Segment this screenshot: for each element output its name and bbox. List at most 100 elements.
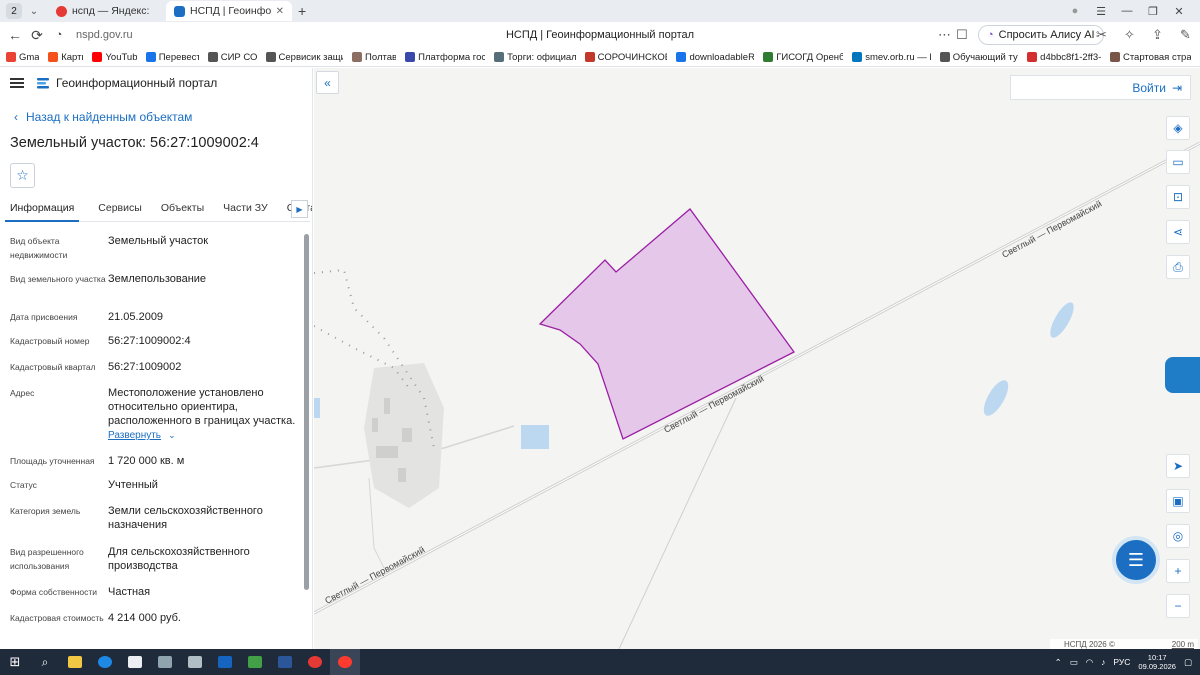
taskbar-store[interactable]	[180, 649, 210, 675]
start-button[interactable]: ⊞	[0, 649, 30, 675]
tab-title: нспд — Яндекс: нашлось	[72, 5, 152, 17]
bookmark-item[interactable]: СИР СОУ	[207, 52, 257, 63]
bookmark-icon	[207, 52, 218, 62]
login-button[interactable]: Войти ⇥	[1010, 75, 1191, 100]
reload-icon[interactable]: ⟳	[26, 27, 48, 44]
taskbar-edge[interactable]	[90, 649, 120, 675]
taskbar-app[interactable]	[150, 649, 180, 675]
bookmark-icon[interactable]: ☐	[956, 25, 968, 45]
search-button[interactable]: ⌕	[30, 649, 60, 675]
menu-icon[interactable]: ☰	[1088, 5, 1114, 18]
chat-button[interactable]: ☰	[1112, 536, 1160, 584]
notifications-icon[interactable]: ▢	[1184, 657, 1192, 668]
select-area-button[interactable]: ⊡	[1166, 185, 1190, 209]
close-window-icon[interactable]: ✕	[1166, 5, 1192, 18]
zoom-in-button[interactable]: +	[1166, 559, 1190, 583]
bookmark-item[interactable]: Полтава	[352, 52, 396, 63]
bookmark-icon	[352, 52, 363, 62]
tab-nspd[interactable]: НСПД | Геоинформаци ✕	[166, 1, 292, 21]
close-tab-icon[interactable]: ✕	[276, 6, 284, 17]
bookmark-item[interactable]: Платформа госуд	[405, 52, 485, 63]
tab-info[interactable]: Информация	[5, 198, 80, 222]
bookmark-item[interactable]: downloadableRes	[676, 52, 754, 63]
scrollbar-thumb[interactable]	[304, 234, 309, 590]
browser-tab-strip: 2 ⌄ нспд — Яндекс: нашлось НСПД | Геоинф…	[0, 0, 1200, 22]
taskbar-mail[interactable]	[120, 649, 150, 675]
more-icon[interactable]: ⋯	[938, 25, 951, 45]
wifi-icon[interactable]: ◠	[1086, 657, 1093, 668]
bookmark-item[interactable]: Обучающий тур г	[939, 52, 1018, 63]
print-icon: ⎙	[1173, 259, 1183, 274]
back-to-results-link[interactable]: ‹ Назад к найденным объектам	[14, 110, 192, 124]
land-parcel[interactable]	[538, 208, 795, 440]
zoom-out-button[interactable]: −	[1166, 594, 1190, 618]
back-icon[interactable]: ←	[4, 27, 26, 43]
taskbar-app[interactable]	[300, 649, 330, 675]
chevron-up-icon[interactable]: ⌃	[1055, 657, 1062, 668]
property-value: 1 720 000 кв. м	[108, 455, 185, 467]
share-icon: ⋖	[1172, 225, 1184, 239]
bookmark-item[interactable]: Сервисик защищ	[265, 52, 343, 63]
bookmark-item[interactable]: Gmail	[6, 52, 39, 63]
tab-count[interactable]: 2	[6, 3, 22, 19]
taskbar-app[interactable]	[240, 649, 270, 675]
bookmark-icon	[48, 52, 59, 62]
clock[interactable]: 10:17 09.09.2026	[1138, 653, 1176, 671]
taskbar-word[interactable]	[270, 649, 300, 675]
tab-objects[interactable]: Объекты	[161, 198, 204, 220]
locate-button[interactable]: ◎	[1166, 524, 1190, 548]
layers-button[interactable]: ◈	[1166, 116, 1190, 140]
navigate-button[interactable]: ➤	[1166, 454, 1190, 478]
bookmark-item[interactable]: Стартовая страни	[1109, 52, 1191, 63]
basemap-button[interactable]: ▣	[1166, 489, 1190, 513]
bookmark-item[interactable]: Перевести	[145, 52, 199, 63]
profile-icon[interactable]: ●	[1062, 5, 1088, 17]
tools-icon[interactable]: ✂	[1096, 25, 1107, 45]
favorite-button[interactable]: ☆	[10, 163, 35, 188]
chevron-down-icon[interactable]: ⌄	[168, 430, 176, 440]
print-button[interactable]: ⎙	[1166, 255, 1190, 279]
bookmark-item[interactable]: ГИСОГД Оренбур	[763, 52, 843, 63]
bookmark-item[interactable]: smev.orb.ru — По	[852, 52, 931, 63]
folder-icon	[68, 656, 82, 668]
bookmark-item[interactable]: d4bbc8f1-2ff3-11	[1027, 52, 1101, 63]
new-tab-button[interactable]: +	[298, 3, 306, 19]
site-info-icon[interactable]: ◔	[48, 29, 70, 41]
language-indicator[interactable]: РУС	[1113, 657, 1130, 667]
bookmark-item[interactable]: СОРОЧИНСКОЕ Г	[584, 52, 667, 63]
collapse-panel-button[interactable]: «	[316, 71, 339, 94]
ruler-button[interactable]: ▭	[1166, 150, 1190, 174]
url-field[interactable]: nspd.gov.ru	[76, 29, 276, 41]
map-svg: Светлый — Первомайский Светлый — Первома…	[314, 141, 1200, 649]
tabs-scroll-right-icon[interactable]: ▶	[291, 200, 308, 218]
taskbar-yandex-browser[interactable]	[330, 649, 360, 675]
restore-icon[interactable]: ❐	[1140, 5, 1166, 18]
tabs-dropdown-icon[interactable]: ⌄	[26, 3, 42, 19]
tab-yandex-search[interactable]: нспд — Яндекс: нашлось	[48, 1, 160, 21]
plus-icon: +	[1174, 564, 1182, 578]
expand-link[interactable]: Развернуть	[108, 430, 161, 441]
panel-scrollbar[interactable]	[304, 231, 310, 649]
pin-icon[interactable]: ✎	[1180, 25, 1191, 45]
extensions-icon[interactable]: ✧	[1124, 25, 1135, 45]
taskbar-app[interactable]	[210, 649, 240, 675]
tab-parts[interactable]: Части ЗУ	[223, 198, 268, 220]
network-icon[interactable]: ▭	[1070, 657, 1078, 668]
share-map-button[interactable]: ⋖	[1166, 220, 1190, 244]
taskbar-explorer[interactable]	[60, 649, 90, 675]
tab-services[interactable]: Сервисы	[98, 198, 142, 220]
bookmark-item[interactable]: Торги: официальн	[494, 52, 576, 63]
ask-alice-button[interactable]: ◔ Спросить Алису AI	[978, 25, 1104, 45]
minus-icon: −	[1174, 599, 1182, 613]
side-panel-badge[interactable]	[1165, 357, 1200, 393]
menu-burger-icon[interactable]	[10, 76, 24, 90]
volume-icon[interactable]: ♪	[1101, 657, 1105, 667]
side-road	[618, 397, 737, 649]
bookmark-item[interactable]: YouTube	[92, 52, 137, 63]
map-canvas[interactable]: Светлый — Первомайский Светлый — Первома…	[314, 68, 1200, 649]
minimize-icon[interactable]: —	[1114, 5, 1140, 17]
property-row: Адрес Местоположение установлено относит…	[10, 386, 300, 454]
bookmark-item[interactable]: Карты	[48, 52, 83, 63]
share-icon[interactable]: ⇪	[1152, 25, 1163, 45]
select-area-icon: ⊡	[1172, 190, 1184, 204]
